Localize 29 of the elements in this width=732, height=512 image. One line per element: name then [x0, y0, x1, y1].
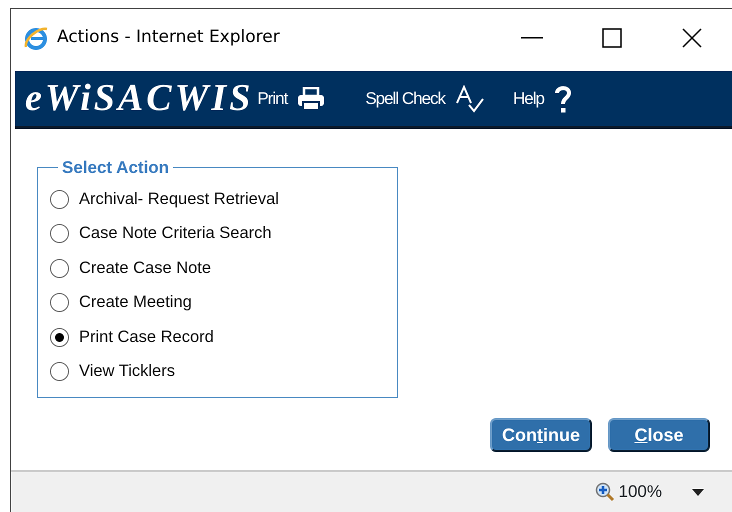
help-icon [554, 84, 572, 114]
radio-button[interactable] [50, 258, 69, 278]
zoom-icon[interactable] [594, 482, 615, 502]
radio-button[interactable] [50, 362, 69, 382]
option-label[interactable]: Case Note Criteria Search [79, 221, 272, 246]
option-label[interactable]: Archival- Request Retrieval [79, 186, 279, 212]
help-link[interactable]: Help [513, 84, 572, 114]
option-label[interactable]: Print Case Record [79, 324, 214, 350]
app-logo: eWiSACWIS [24, 76, 254, 121]
print-link[interactable]: Print [257, 86, 326, 112]
zoom-level[interactable]: 100% [618, 479, 662, 505]
radio-button[interactable] [50, 328, 69, 347]
option-label[interactable]: Create Meeting [79, 290, 192, 316]
close-button[interactable]: Close [608, 418, 710, 452]
spell-check-icon [455, 84, 486, 112]
radio-button[interactable] [50, 293, 69, 312]
browser-logo-icon [23, 25, 49, 51]
window-title: Actions - Internet Explorer [57, 26, 280, 50]
maximize-icon [602, 28, 622, 48]
option-label[interactable]: Create Case Note [79, 256, 212, 281]
radio-button[interactable] [50, 224, 69, 244]
dropdown-caret-icon[interactable] [692, 488, 704, 496]
spell-check-link[interactable]: Spell Check [365, 84, 486, 112]
printer-icon [297, 86, 326, 110]
radio-button[interactable] [50, 190, 69, 209]
minimize-icon [521, 37, 543, 39]
close-icon [682, 28, 702, 48]
continue-button[interactable]: Continue [490, 418, 592, 452]
option-label[interactable]: View Ticklers [79, 359, 175, 384]
